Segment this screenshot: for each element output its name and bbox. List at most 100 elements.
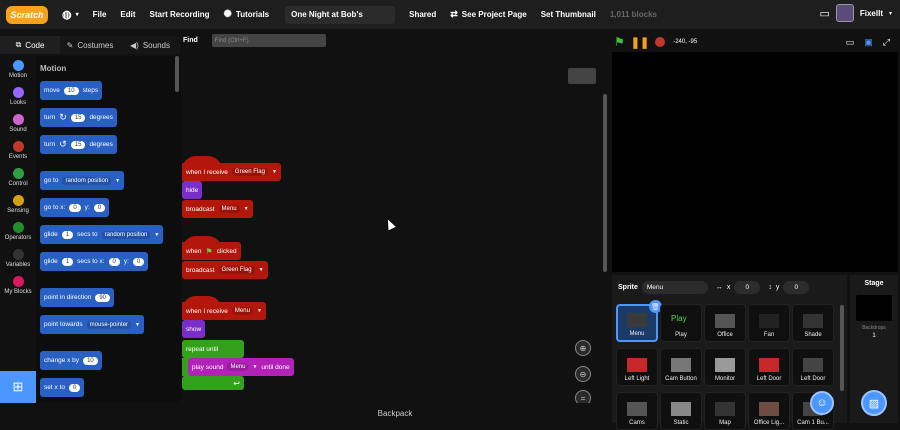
category-my-blocks[interactable]: My Blocks (0, 272, 36, 299)
block-dropdown[interactable]: Menu (218, 205, 240, 213)
sprite-pane-scrollbar[interactable] (840, 305, 844, 391)
sprite-tile[interactable]: Fan (748, 304, 790, 342)
sprite-tile[interactable]: Left Door (792, 348, 834, 386)
pause-icon[interactable]: ❚❚ (631, 36, 649, 49)
block-input[interactable]: 90 (95, 293, 111, 302)
category-sound[interactable]: Sound (0, 110, 36, 137)
when-flag-clicked-block[interactable]: when ⚑ clicked (182, 242, 241, 260)
broadcast-block[interactable]: broadcast Menu ▼ (182, 200, 253, 218)
category-operators[interactable]: Operators (0, 218, 36, 245)
block-input[interactable]: 0 (93, 203, 106, 212)
sprite-tile[interactable]: Office (704, 304, 746, 342)
workspace-scrollbar[interactable] (603, 94, 607, 272)
block-dropdown[interactable]: Menu (227, 363, 249, 371)
block-input[interactable]: 0 (68, 383, 81, 392)
sprite-tile[interactable]: Static (660, 392, 702, 430)
small-stage-icon[interactable]: ▭ (846, 37, 855, 48)
block-dropdown[interactable]: Green Flag (231, 168, 268, 176)
change-x-block[interactable]: change x by 10 (40, 351, 102, 370)
sprite-tile[interactable]: Cam Button (660, 348, 702, 386)
category-variables[interactable]: Variables (0, 245, 36, 272)
category-looks[interactable]: Looks (0, 83, 36, 110)
choose-backdrop-button[interactable]: ▨ (861, 390, 887, 416)
go-to-block[interactable]: go to random position ▼ (40, 171, 125, 190)
scratch-logo[interactable]: Scratch (6, 5, 48, 24)
block-dropdown[interactable]: Menu (231, 307, 253, 315)
block-input[interactable]: 15 (70, 140, 86, 149)
category-control[interactable]: Control (0, 164, 36, 191)
block-input[interactable]: 1 (61, 257, 74, 266)
turn-left-block[interactable]: turn ↺ 15 degrees (40, 135, 117, 154)
find-input[interactable]: Find (Ctrl+F) (211, 34, 326, 47)
folder-icon[interactable]: ▭ (819, 7, 829, 20)
tab-sounds[interactable]: ◀) Sounds (120, 36, 180, 54)
fullscreen-icon[interactable]: ⤢ (883, 37, 890, 48)
stage-canvas[interactable] (612, 52, 898, 272)
block-dropdown[interactable]: Green Flag (218, 266, 255, 274)
move-block[interactable]: move 10 steps (40, 81, 103, 100)
category-motion[interactable]: Motion (0, 56, 36, 83)
category-sensing[interactable]: Sensing (0, 191, 36, 218)
sprite-tile[interactable]: Monitor (704, 348, 746, 386)
point-towards-block[interactable]: point towards mouse-pointer ▼ (40, 315, 144, 334)
sprite-tile[interactable]: Menu 🗑 (616, 300, 662, 342)
glide-block[interactable]: glide 1 secs to random position ▼ (40, 225, 164, 244)
language-menu[interactable]: ◍ ▾ (62, 8, 79, 21)
username[interactable]: FixelIt (860, 9, 883, 18)
sprite-tile[interactable]: Office Lig... (748, 392, 790, 430)
block-dropdown[interactable]: random position (101, 230, 151, 239)
x-input[interactable]: 0 (734, 280, 761, 294)
block-input[interactable]: 0 (132, 257, 145, 266)
add-extension-button[interactable]: ⊞ (0, 371, 36, 403)
show-block[interactable]: show (182, 320, 206, 338)
large-stage-icon[interactable]: ▣ (864, 37, 873, 48)
sprite-tile[interactable]: Cams (616, 392, 658, 430)
backpack[interactable]: Backpack (182, 403, 608, 423)
sprite-tile[interactable]: Shade (792, 304, 834, 342)
category-events[interactable]: Events (0, 137, 36, 164)
glide-xy-block[interactable]: glide 1 secs to x: 0 y: 0 (40, 252, 149, 271)
sprite-tile[interactable]: Left Door (748, 348, 790, 386)
block-dropdown[interactable]: mouse-pointer (86, 320, 132, 329)
hide-block[interactable]: hide (182, 181, 203, 199)
zoom-in-button[interactable]: ⊕ (575, 340, 591, 356)
block-dropdown[interactable]: random position (62, 176, 112, 185)
block-input[interactable]: 0 (69, 203, 81, 212)
set-x-block[interactable]: set x to 0 (40, 378, 85, 397)
script-workspace[interactable]: when I receive Green Flag ▼ hide broadcast… (182, 56, 608, 406)
block-input[interactable]: 0 (108, 257, 120, 266)
zoom-out-button[interactable]: ⊖ (575, 366, 591, 382)
sprite-tile[interactable]: Left Light (616, 348, 658, 386)
file-menu[interactable]: File (93, 10, 107, 19)
tab-code[interactable]: ⧉ Code (0, 36, 60, 54)
y-input[interactable]: 0 (783, 280, 810, 294)
when-i-receive-block[interactable]: when I receive Green Flag ▼ (182, 163, 281, 181)
broadcast-block[interactable]: broadcast Green Flag ▼ (182, 261, 268, 279)
repeat-until-block[interactable]: repeat until (182, 340, 244, 358)
block-input[interactable]: 1 (61, 230, 74, 239)
palette-scrollbar[interactable] (175, 56, 179, 92)
tutorials-button[interactable]: ✺ Tutorials (224, 9, 270, 20)
chevron-down-icon[interactable]: ▾ (889, 10, 892, 17)
block-input[interactable]: 10 (83, 356, 98, 365)
see-project-page-button[interactable]: ⇄ See Project Page (450, 9, 526, 20)
stop-icon[interactable] (655, 37, 666, 47)
when-i-receive-block[interactable]: when I receive Menu ▼ (182, 302, 266, 320)
sprite-tile[interactable]: Map (704, 392, 746, 430)
set-thumbnail-button[interactable]: Set Thumbnail (541, 10, 596, 19)
point-in-direction-block[interactable]: point in direction 90 (40, 288, 115, 307)
avatar[interactable] (835, 4, 854, 22)
choose-sprite-button[interactable]: ☺ (810, 391, 834, 415)
green-flag-icon[interactable]: ⚑ (614, 35, 625, 49)
start-recording-button[interactable]: Start Recording (150, 10, 210, 19)
turn-right-block[interactable]: turn ↻ 15 degrees (40, 108, 117, 127)
go-to-xy-block[interactable]: go to x: 0 y: 0 (40, 198, 110, 217)
sprite-tile[interactable]: Play Play (660, 304, 702, 342)
project-title-input[interactable]: One Night at Bob's (285, 5, 396, 24)
play-sound-until-done-block[interactable]: play sound Menu ▼ until done (188, 358, 294, 376)
block-input[interactable]: 10 (63, 86, 79, 95)
sprite-name-input[interactable]: Menu (641, 280, 708, 294)
edit-menu[interactable]: Edit (120, 10, 135, 19)
tab-costumes[interactable]: ✎ Costumes (60, 36, 120, 54)
block-input[interactable]: 15 (70, 113, 86, 122)
